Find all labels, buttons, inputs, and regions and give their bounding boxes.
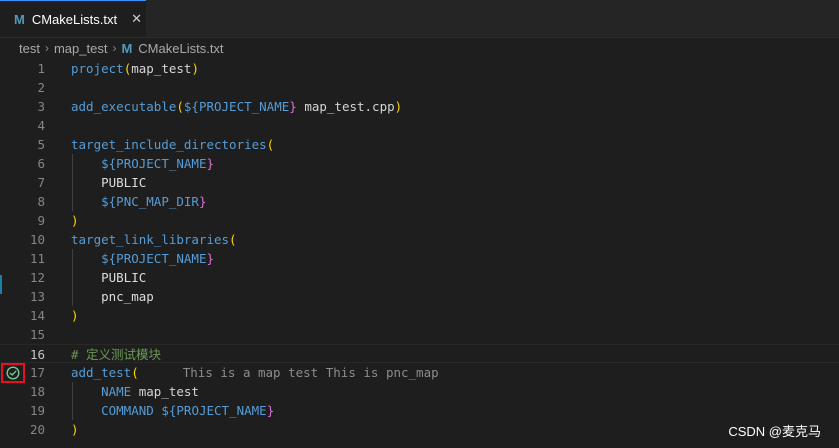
watermark: CSDN @麦克马 [728, 424, 821, 439]
line-content: ) [71, 308, 79, 323]
line-number: 16 [29, 347, 45, 362]
line-content: pnc_map [101, 289, 154, 304]
code-line: 8 ${PNC_MAP_DIR} [0, 192, 839, 211]
code-line: 12 PUBLIC [0, 268, 839, 287]
code-line: 7 PUBLIC [0, 173, 839, 192]
line-content: add_executable(${PROJECT_NAME} map_test.… [71, 99, 403, 114]
current-line: 16 # 定义测试模块 [0, 344, 839, 363]
code-line: 1 project(map_test) [0, 59, 839, 78]
line-content: ) [71, 422, 79, 437]
line-content: ${PROJECT_NAME} [101, 251, 215, 266]
line-number: 14 [29, 308, 45, 323]
line-number: 19 [29, 403, 45, 418]
line-number: 10 [29, 232, 45, 247]
line-content: project(map_test) [71, 61, 199, 76]
chevron-right-icon: › [112, 41, 117, 55]
line-number: 15 [29, 327, 45, 342]
line-number: 12 [29, 270, 45, 285]
code-line: 6 ${PROJECT_NAME} [0, 154, 839, 173]
line-number: 2 [37, 80, 45, 95]
run-test-button[interactable] [1, 363, 25, 383]
line-number: 3 [37, 99, 45, 114]
line-content: COMMAND ${PROJECT_NAME} [101, 403, 275, 418]
tab-title: CMakeLists.txt [31, 11, 118, 27]
code-line: 14 ) [0, 306, 839, 325]
cmake-file-icon: M [121, 40, 133, 56]
line-number: 5 [37, 137, 45, 152]
code-line: 17 add_test(This is a map test This is p… [0, 363, 839, 382]
code-line: 2 [0, 78, 839, 97]
line-content: NAME map_test [101, 384, 199, 399]
code-line: 4 [0, 116, 839, 135]
tab-bar: M CMakeLists.txt ✕ [0, 0, 839, 38]
line-content: target_include_directories( [71, 137, 275, 152]
line-number: 4 [37, 118, 45, 133]
line-content: PUBLIC [101, 175, 147, 190]
line-content: target_link_libraries( [71, 232, 237, 247]
code-editor[interactable]: 1 project(map_test) 2 3 add_executable($… [0, 59, 839, 448]
inline-hint: This is a map test This is pnc_map [182, 365, 439, 380]
chevron-right-icon: › [44, 41, 49, 55]
line-content: # 定义测试模块 [71, 347, 162, 362]
check-circle-icon [6, 366, 20, 380]
close-icon[interactable]: ✕ [131, 11, 142, 27]
line-number: 20 [29, 422, 45, 437]
code-line: 5 target_include_directories( [0, 135, 839, 154]
code-line: 15 [0, 325, 839, 344]
code-line: 9 ) [0, 211, 839, 230]
line-number: 9 [37, 213, 45, 228]
code-line: 10 target_link_libraries( [0, 230, 839, 249]
breadcrumb: test › map_test › M CMakeLists.txt [19, 37, 224, 59]
code-line: 13 pnc_map [0, 287, 839, 306]
line-content: ${PNC_MAP_DIR} [101, 194, 207, 209]
code-line: 18 NAME map_test [0, 382, 839, 401]
breadcrumb-item-map-test[interactable]: map_test [54, 41, 107, 56]
code-line: 20 ) [0, 420, 839, 439]
line-number: 11 [29, 251, 45, 266]
line-content: ${PROJECT_NAME} [101, 156, 215, 171]
line-content: add_test(This is a map test This is pnc_… [71, 365, 439, 380]
line-number: 6 [37, 156, 45, 171]
breadcrumb-item-test[interactable]: test [19, 41, 40, 56]
cmake-file-icon: M [14, 11, 25, 27]
breadcrumb-item-file[interactable]: CMakeLists.txt [138, 41, 223, 56]
code-line: 19 COMMAND ${PROJECT_NAME} [0, 401, 839, 420]
line-number: 1 [37, 61, 45, 76]
line-content: ) [71, 213, 79, 228]
code-line: 3 add_executable(${PROJECT_NAME} map_tes… [0, 97, 839, 116]
tab-cmakelists[interactable]: M CMakeLists.txt ✕ [0, 0, 146, 37]
line-number: 18 [29, 384, 45, 399]
line-number: 7 [37, 175, 45, 190]
code-line: 11 ${PROJECT_NAME} [0, 249, 839, 268]
line-number: 13 [29, 289, 45, 304]
line-number: 8 [37, 194, 45, 209]
line-content: PUBLIC [101, 270, 147, 285]
